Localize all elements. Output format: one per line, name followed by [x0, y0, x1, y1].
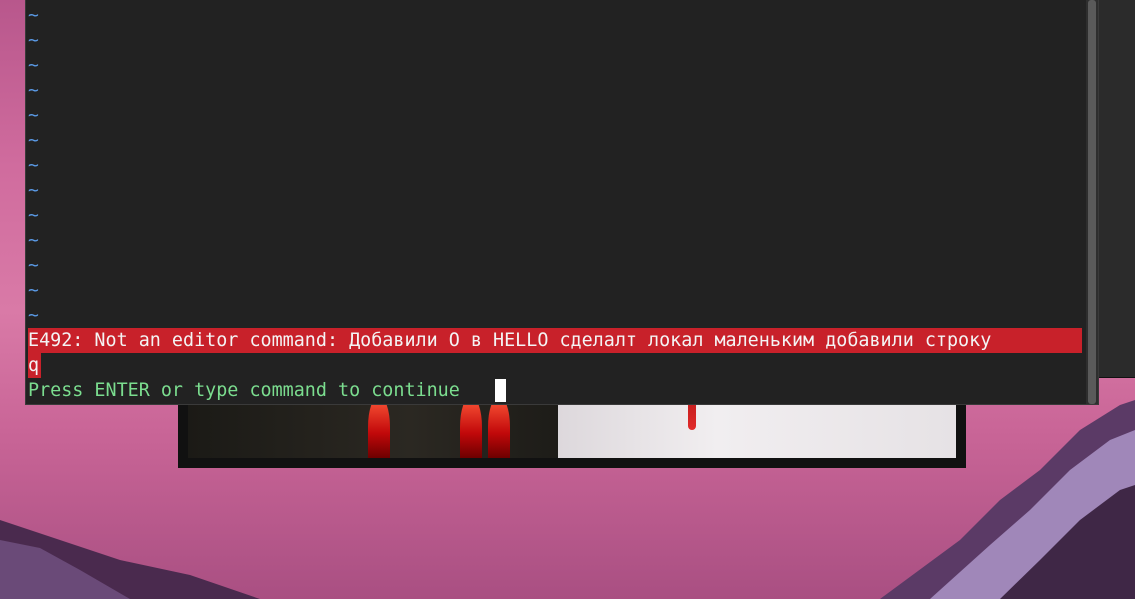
empty-line-marker: ~ — [28, 30, 39, 51]
empty-line-marker: ~ — [28, 55, 39, 76]
empty-line-marker: ~ — [28, 180, 39, 201]
empty-line-marker: ~ — [28, 5, 39, 26]
empty-line-marker: ~ — [28, 255, 39, 276]
empty-line-marker: ~ — [28, 205, 39, 226]
empty-lines: ~ ~ ~ ~ ~ ~ ~ ~ ~ ~ ~ ~ ~ — [28, 3, 39, 328]
empty-line-marker: ~ — [28, 155, 39, 176]
error-message: E492: Not an editor command: Добавили O … — [28, 328, 1082, 353]
vim-terminal-window[interactable]: ~ ~ ~ ~ ~ ~ ~ ~ ~ ~ ~ ~ ~ E492: Not an e… — [25, 0, 1099, 405]
empty-line-marker: ~ — [28, 280, 39, 301]
empty-line-marker: ~ — [28, 230, 39, 251]
text-cursor — [495, 379, 506, 402]
empty-line-marker: ~ — [28, 105, 39, 126]
error-message-continuation: q — [28, 353, 42, 378]
terminal-scrollbar[interactable] — [1086, 0, 1098, 404]
empty-line-marker: ~ — [28, 130, 39, 151]
empty-line-marker: ~ — [28, 80, 39, 101]
empty-line-marker: ~ — [28, 305, 39, 326]
scrollbar-thumb[interactable] — [1088, 0, 1096, 404]
continue-prompt: Press ENTER or type command to continue — [28, 380, 460, 401]
